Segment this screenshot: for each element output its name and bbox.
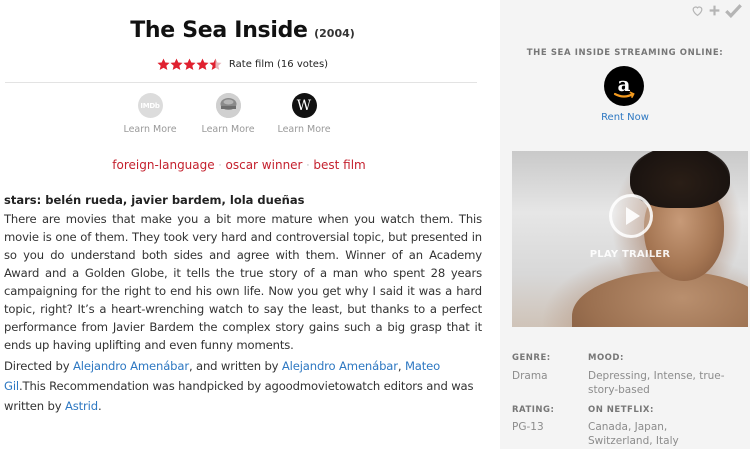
cast-line: stars: belén rueda, javier bardem, lola …: [4, 193, 305, 207]
rent-now-link[interactable]: Rent Now: [500, 112, 750, 123]
sidebar: THE SEA INSIDE STREAMING ONLINE: a Rent …: [500, 0, 750, 449]
imdb-icon: IMDb: [137, 93, 163, 118]
svg-text:a: a: [618, 72, 631, 96]
imdb-link[interactable]: IMDb Learn More: [120, 93, 180, 135]
genre-label: GENRE:: [512, 353, 551, 363]
divider: [5, 82, 477, 83]
star-icon[interactable]: [209, 58, 222, 71]
wikipedia-link-label: Learn More: [277, 124, 331, 135]
tag-best-film[interactable]: best film: [313, 158, 365, 172]
streaming-heading: THE SEA INSIDE STREAMING ONLINE:: [526, 48, 724, 58]
rating-label: RATING:: [512, 405, 555, 415]
directed-by-text: Directed by: [4, 359, 73, 373]
star-icon[interactable]: [170, 58, 183, 71]
movie-title: The Sea Inside: [130, 18, 308, 43]
title-row: The Sea Inside (2004): [0, 18, 485, 43]
amazon-icon[interactable]: a: [604, 66, 644, 106]
tag-separator: ·: [306, 161, 310, 171]
netflix-value: Canada, Japan, Switzerland, Italy: [588, 421, 679, 447]
tag-separator: ·: [218, 161, 222, 171]
writer-link-1[interactable]: Alejandro Amenábar: [282, 359, 398, 373]
tag-list: foreign-language · oscar winner · best film: [0, 158, 478, 172]
author-link[interactable]: Astrid: [65, 399, 98, 413]
star-icon[interactable]: [157, 58, 170, 71]
heart-icon[interactable]: [691, 4, 704, 22]
credits: Directed by Alejandro Amenábar, and writ…: [4, 356, 474, 416]
wikipedia-link[interactable]: W Learn More: [274, 93, 334, 135]
play-trailer-label: PLAY TRAILER: [589, 249, 671, 260]
star-rating[interactable]: [157, 58, 222, 71]
netflix-label: ON NETFLIX:: [588, 405, 654, 415]
movie-year: (2004): [314, 27, 355, 40]
wikipedia-icon: W: [291, 93, 317, 118]
mood-value: Depressing, Intense, true-story-based: [588, 370, 725, 396]
external-links: IMDb Learn More Learn More W Learn More: [120, 93, 350, 137]
rate-film-link[interactable]: Rate film (16 votes): [229, 59, 328, 70]
written-by-text: , and written by: [188, 359, 282, 373]
rating-row: Rate film (16 votes): [0, 58, 485, 71]
trailer-image-shoulder: [572, 271, 748, 327]
end-text: .: [97, 399, 102, 413]
rating-value: PG-13: [512, 421, 544, 433]
rotten-tomatoes-icon: [215, 93, 241, 118]
rotten-tomatoes-link-label: Learn More: [201, 124, 255, 135]
action-icons: [691, 3, 742, 23]
plus-icon[interactable]: [708, 4, 721, 22]
check-icon[interactable]: [725, 3, 742, 23]
main-content: The Sea Inside (2004) Rate film (16 vote…: [0, 0, 500, 449]
review-text: There are movies that make you a bit mor…: [4, 212, 482, 352]
star-icon[interactable]: [196, 58, 209, 71]
rotten-tomatoes-link[interactable]: Learn More: [198, 93, 258, 135]
play-icon[interactable]: [609, 194, 653, 238]
trailer-thumbnail[interactable]: PLAY TRAILER: [512, 151, 748, 327]
genre-value: Drama: [512, 370, 548, 382]
star-icon[interactable]: [183, 58, 196, 71]
director-link[interactable]: Alejandro Amenábar: [73, 359, 189, 373]
mood-label: MOOD:: [588, 353, 624, 363]
tag-oscar-winner[interactable]: oscar winner: [226, 158, 303, 172]
tag-foreign-language[interactable]: foreign-language: [112, 158, 214, 172]
comma-text: ,: [397, 359, 405, 373]
imdb-link-label: Learn More: [123, 124, 177, 135]
